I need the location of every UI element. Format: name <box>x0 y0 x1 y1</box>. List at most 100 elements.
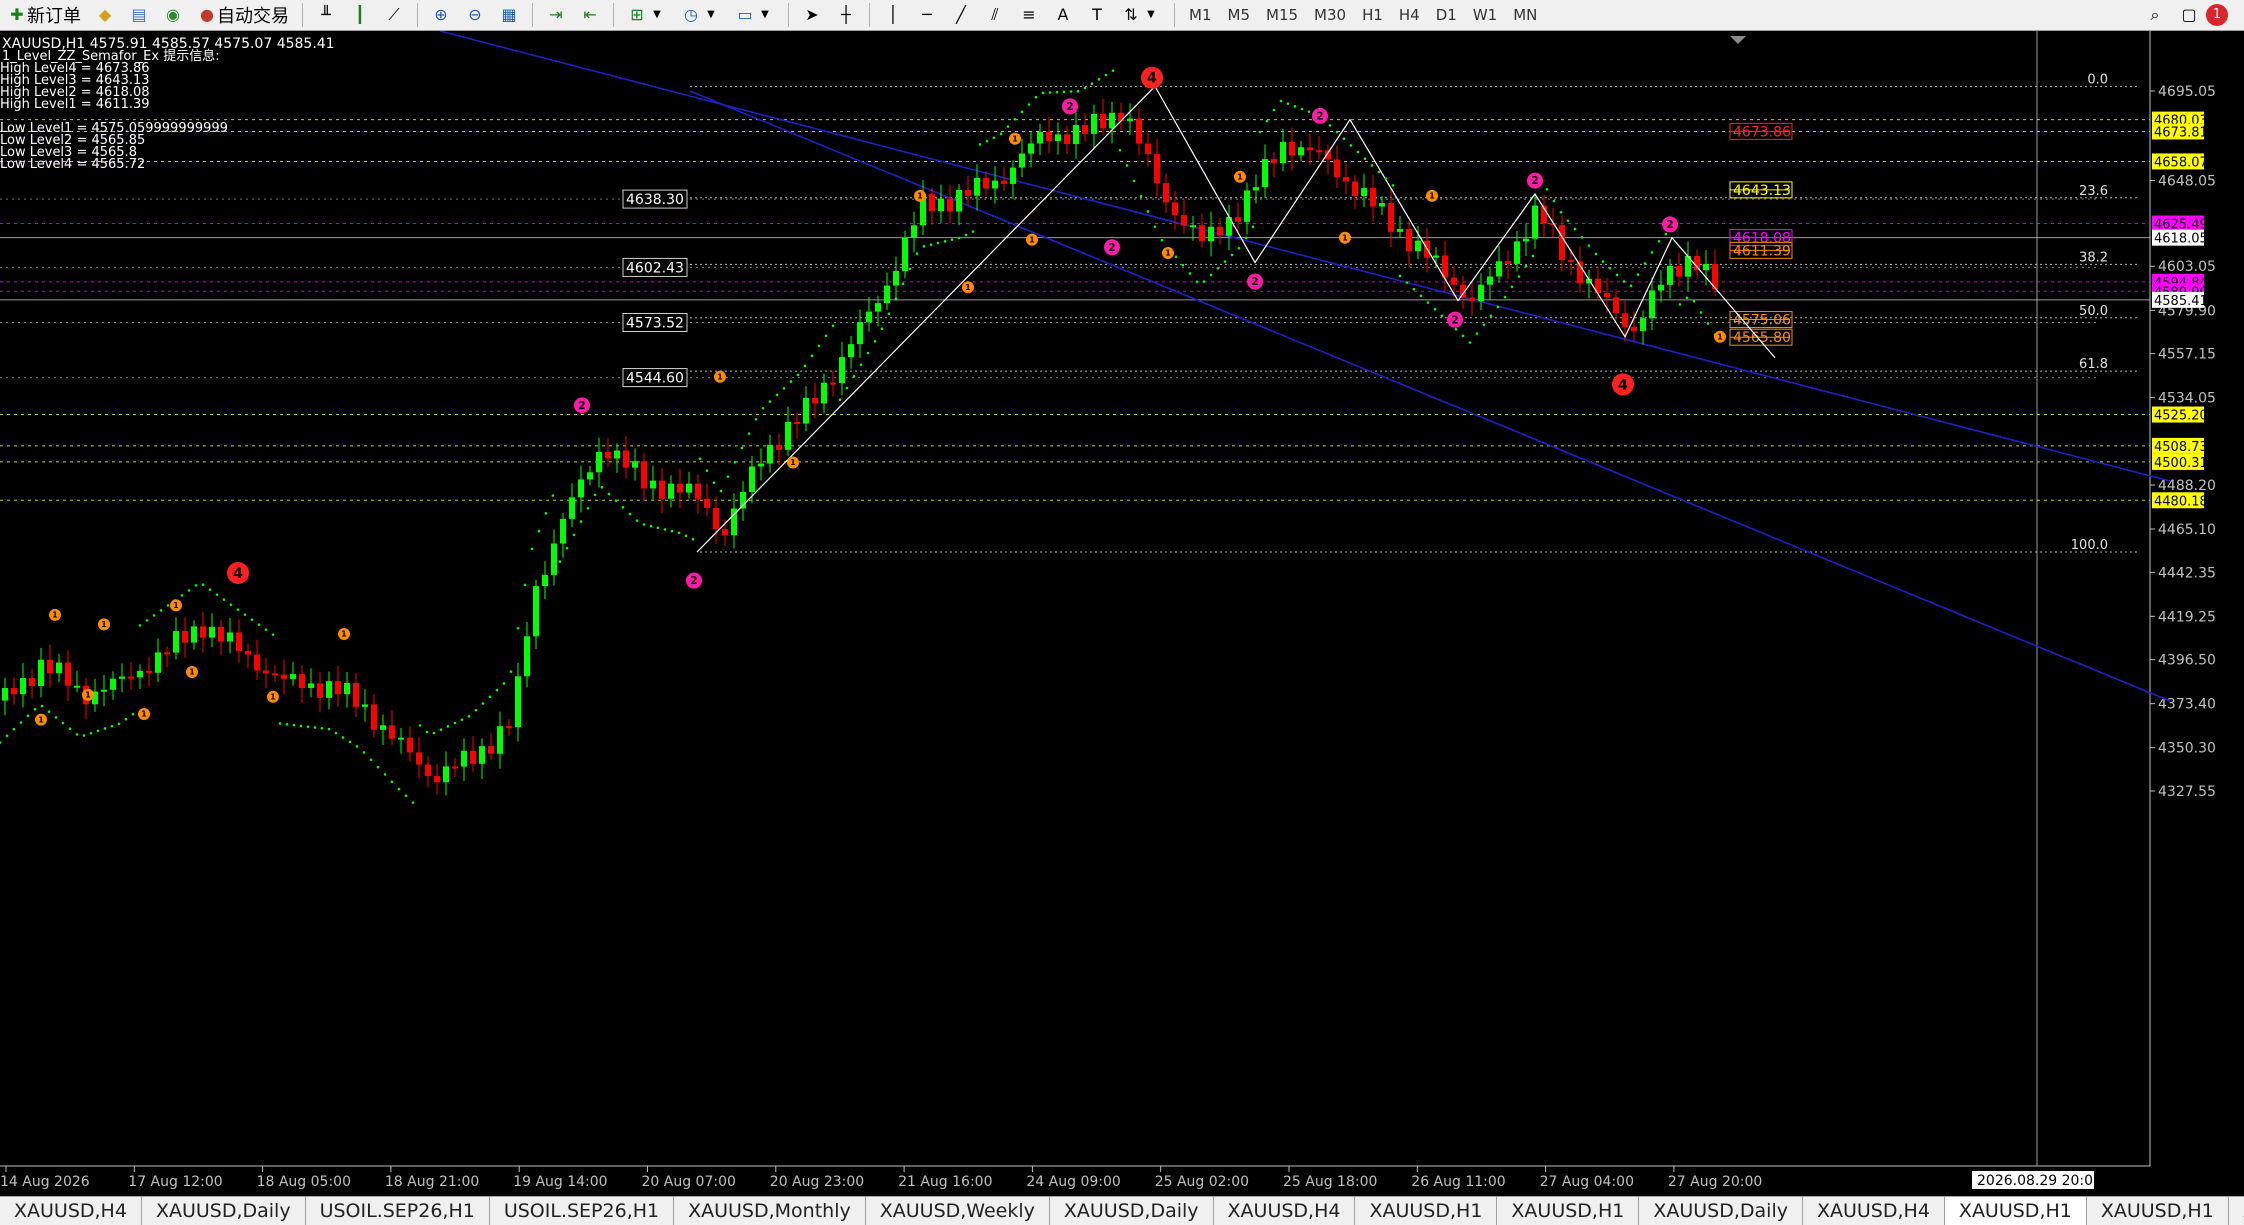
chevron-down-icon: ▼ <box>761 9 769 20</box>
chart-tab[interactable]: XAUUSD,H1 <box>2087 1197 2229 1225</box>
candle-body <box>641 461 647 489</box>
parabolic-dot <box>54 716 58 719</box>
candle-body <box>767 444 773 464</box>
candle-body <box>1343 177 1349 182</box>
candle-chart-button[interactable]: ┃ <box>344 2 376 28</box>
chart-tab[interactable]: XAUUSD,Weekly <box>866 1197 1050 1225</box>
chart-tab[interactable]: USOIL.SEP26,H1 <box>306 1197 490 1225</box>
new-order-button[interactable]: ✚ 新订单 <box>1 2 87 28</box>
line-chart-button[interactable]: ⟋ <box>378 2 410 28</box>
parabolic-dot <box>1356 150 1360 154</box>
chart-shift-button[interactable]: ⇤ <box>574 2 606 28</box>
horizontal-line-button[interactable]: ─ <box>911 2 943 28</box>
autoscroll-button[interactable]: ⇥ <box>540 2 572 28</box>
fibonacci-button[interactable]: ≡ <box>1013 2 1045 28</box>
channel-button[interactable]: ⫽ <box>979 2 1011 28</box>
chart-tab[interactable]: XAUUSD,Daily <box>1050 1197 1214 1225</box>
timeframe-h4[interactable]: H4 <box>1391 6 1428 24</box>
parabolic-dot <box>1377 170 1381 174</box>
parabolic-dot <box>691 537 695 541</box>
candle-body <box>1046 131 1052 142</box>
periods-button[interactable]: ◷ ▼ <box>675 2 727 28</box>
chart-tab[interactable]: XAUUSD,H1 <box>1497 1197 1640 1225</box>
search-button[interactable]: ⌕ <box>2139 2 2171 28</box>
parabolic-dot <box>1265 119 1269 123</box>
parabolic-dot <box>509 670 513 673</box>
box-label: 4638.30 <box>626 192 684 208</box>
candle-body <box>569 497 575 519</box>
parabolic-dot <box>684 534 688 538</box>
parabolic-dot <box>250 618 254 621</box>
chart-tab[interactable]: XAUUSD,Daily <box>1639 1197 1803 1225</box>
candle-body <box>956 189 962 212</box>
bar-chart-button[interactable]: ╨ <box>310 2 342 28</box>
crosshair-button[interactable]: ┼ <box>830 2 862 28</box>
indicators-button[interactable]: ⊞ ▼ <box>621 2 673 28</box>
templates-button[interactable]: ▭ ▼ <box>729 2 781 28</box>
chart-tab[interactable]: USOIL.SEP26,H1 <box>490 1197 675 1225</box>
price-chart[interactable]: 4695.054648.054603.054579.904557.154534.… <box>0 31 2244 1195</box>
candle-body <box>308 683 314 688</box>
parabolic-dot <box>495 688 499 692</box>
price-tick-label: 4442.35 <box>2158 565 2216 581</box>
chart-tab[interactable]: XAUUS <box>2229 1197 2244 1225</box>
gold-icon-button[interactable]: ◆ <box>89 2 121 28</box>
candle-body <box>236 632 242 651</box>
timeframe-m30[interactable]: M30 <box>1306 6 1354 24</box>
candle-body <box>380 725 386 730</box>
parabolic-dot <box>1419 294 1423 298</box>
timeframe-m5[interactable]: M5 <box>1220 6 1259 24</box>
parabolic-dot <box>971 230 975 233</box>
notification-badge[interactable]: 1 <box>2206 4 2228 26</box>
parabolic-dot <box>1076 89 1080 93</box>
candle-body <box>1649 290 1655 319</box>
cursor-button[interactable]: ➤ <box>796 2 828 28</box>
candle-body <box>155 652 161 673</box>
candle-body <box>272 673 278 676</box>
candle-body <box>551 543 557 575</box>
zoom-out-button[interactable]: ⊖ <box>459 2 491 28</box>
history-button[interactable]: ▤ <box>123 2 155 28</box>
vertical-line-button[interactable]: │ <box>877 2 909 28</box>
tile-windows-button[interactable]: ▦ <box>493 2 525 28</box>
candle-body <box>299 674 305 688</box>
candle-body <box>821 382 827 404</box>
timeframe-m1[interactable]: M1 <box>1181 6 1220 24</box>
timeframe-h1[interactable]: H1 <box>1354 6 1391 24</box>
chart-tab[interactable]: XAUUSD,H4 <box>1214 1197 1356 1225</box>
parabolic-dot <box>894 297 898 301</box>
candle-body <box>1154 154 1160 184</box>
parabolic-dot <box>1041 91 1045 95</box>
candle-body <box>1208 226 1214 242</box>
chart-tab[interactable]: XAUUSD,H4 <box>0 1197 142 1225</box>
candle-body <box>713 508 719 530</box>
parabolic-dot <box>89 731 93 735</box>
chart-tab[interactable]: XAUUSD,Monthly <box>674 1197 866 1225</box>
chart-tab[interactable]: XAUUSD,H1 <box>1355 1197 1498 1225</box>
time-label: 27 Aug 20:00 <box>1668 1174 1762 1190</box>
arrows-button[interactable]: ⇅ ▼ <box>1115 2 1167 28</box>
candle-body <box>191 626 197 643</box>
parabolic-dot <box>355 745 359 748</box>
level-tag-label: 4673.81 <box>2154 125 2208 140</box>
text-button[interactable]: A <box>1047 2 1079 28</box>
chart-tab[interactable]: XAUUSD,H4 <box>1803 1197 1945 1225</box>
parabolic-dot <box>236 608 240 611</box>
globe-button[interactable]: ◉ <box>157 2 189 28</box>
timeframe-d1[interactable]: D1 <box>1428 6 1465 24</box>
text-label-button[interactable]: T <box>1081 2 1113 28</box>
semafor-marker-label: 1 <box>341 630 346 639</box>
timeframe-m15[interactable]: M15 <box>1258 6 1306 24</box>
trendline-button[interactable]: ╱ <box>945 2 977 28</box>
notification-button[interactable]: ▢ <box>2173 2 2205 28</box>
chart-tab[interactable]: XAUUSD,H1 <box>1944 1197 2087 1225</box>
chart-tab[interactable]: XAUUSD,Daily <box>142 1197 306 1225</box>
timeframe-w1[interactable]: W1 <box>1465 6 1505 24</box>
timeframe-mn[interactable]: MN <box>1505 6 1545 24</box>
candle-body <box>452 766 458 769</box>
chart-area[interactable]: 4695.05 4648.05 4603.05 4579.90 4557.15 4534.… <box>0 31 2244 1195</box>
price-tick-label: 4396.50 <box>2158 653 2216 669</box>
zoom-in-button[interactable]: ⊕ <box>425 2 457 28</box>
parabolic-dot <box>327 727 331 731</box>
auto-trade-button[interactable]: ● 自动交易 <box>191 2 295 28</box>
